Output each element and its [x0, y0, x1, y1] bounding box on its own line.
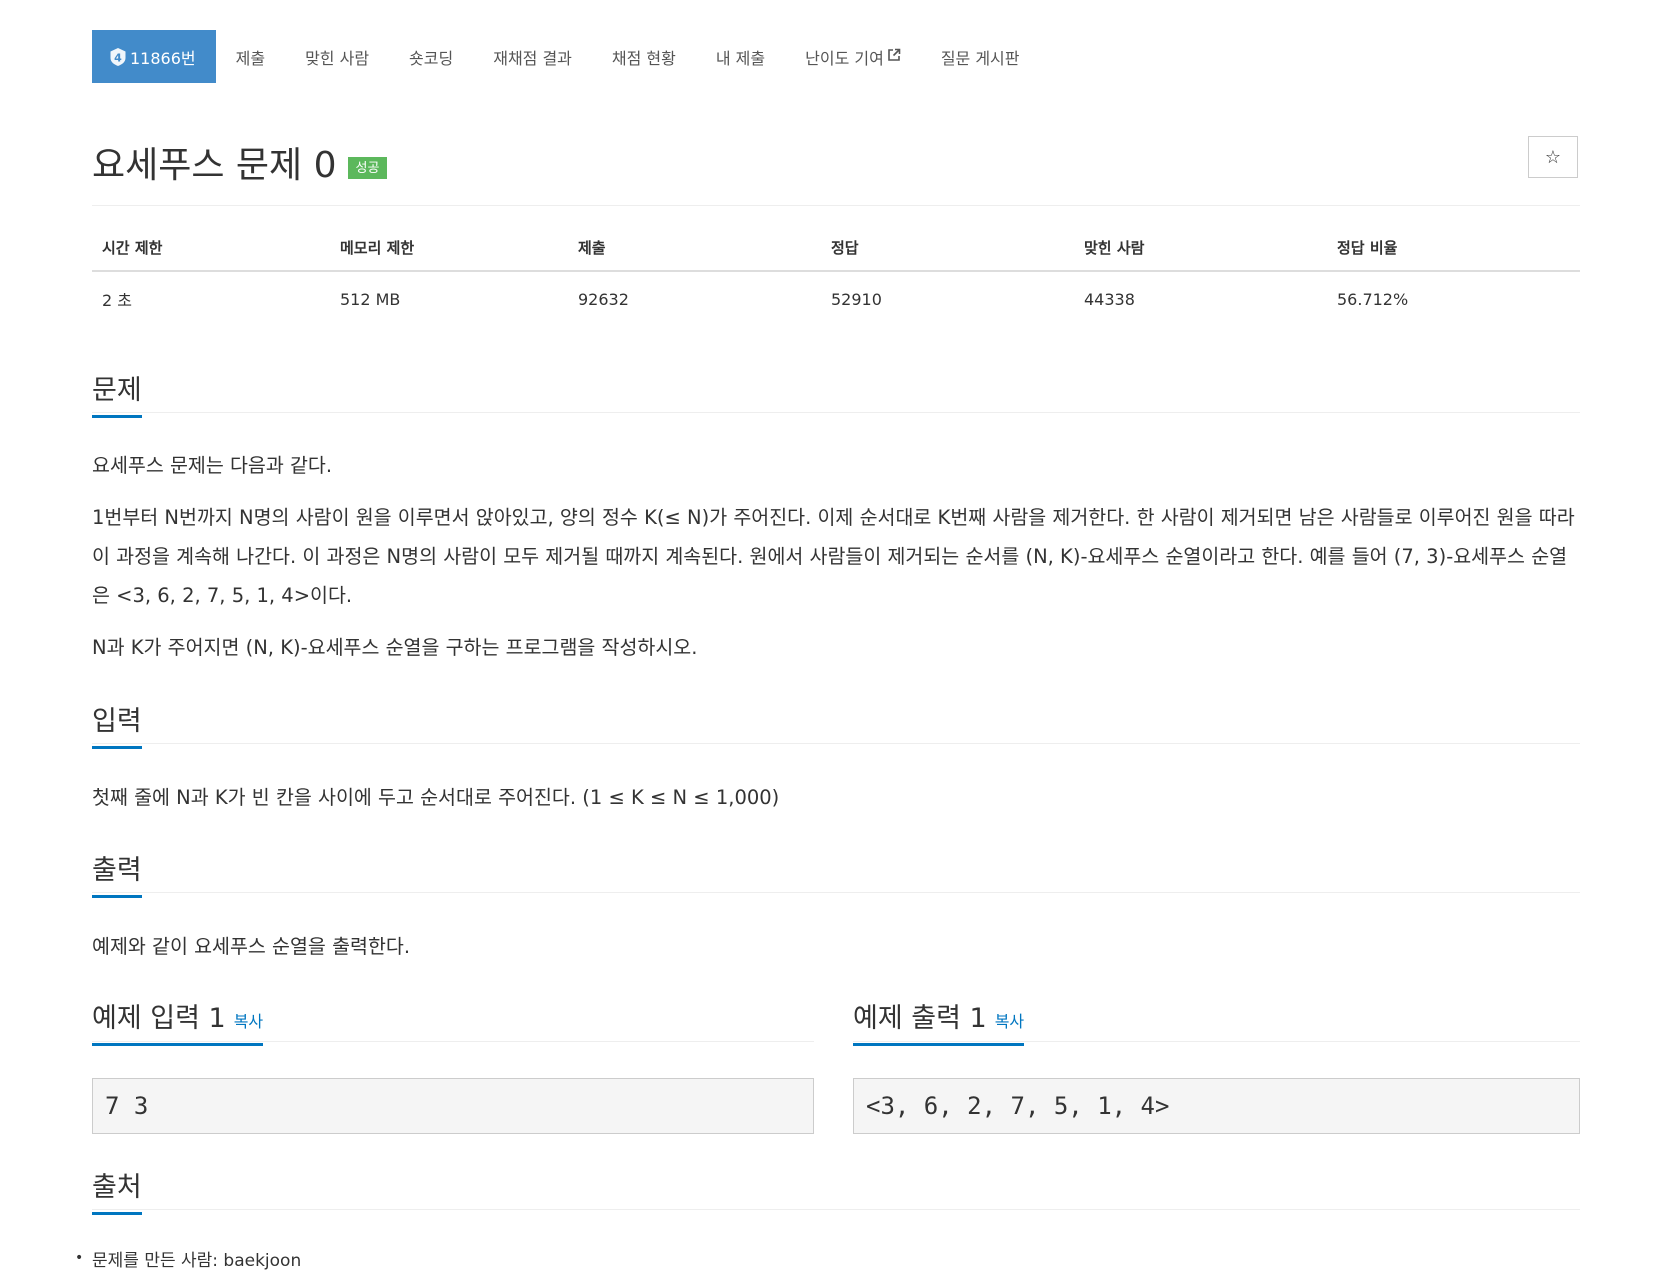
tab-problem-number[interactable]: 4 11866번: [92, 30, 216, 83]
stats-accept-rate: 56.712%: [1337, 289, 1409, 309]
tab-short-coding[interactable]: 숏코딩: [389, 30, 473, 83]
stats-header-accept-rate: 정답 비율: [1327, 236, 1580, 272]
problem-description-task: N과 K가 주어지면 (N, K)-요세푸스 순열을 구하는 프로그램을 작성하…: [92, 636, 698, 659]
stats-solved-users: 44338: [1084, 289, 1135, 309]
stats-memory-limit: 512 MB: [340, 289, 401, 309]
stats-header-accepted: 정답: [821, 236, 1074, 272]
problem-description-intro: 요세푸스 문제는 다음과 같다.: [92, 454, 333, 477]
section-heading-source: 출처: [92, 1165, 142, 1215]
stats-header-memory-limit: 메모리 제한: [330, 236, 568, 272]
tab-submit[interactable]: 제출: [216, 30, 285, 83]
copy-sample-output-link[interactable]: 복사: [995, 1012, 1024, 1031]
stats-value-row: 2 초 512 MB 92632 52910 44338 56.712%: [92, 271, 1580, 314]
source-list: 문제를 만든 사람: baekjoon: [75, 1246, 301, 1271]
section-divider: [92, 1209, 1580, 1210]
page-title: 요세푸스 문제 0: [92, 145, 337, 186]
stats-header-solved-users: 맞힌 사람: [1074, 236, 1327, 272]
tab-judge-status[interactable]: 채점 현황: [592, 30, 696, 83]
problem-number-label: 11866번: [130, 48, 196, 68]
stats-header-time-limit: 시간 제한: [92, 236, 330, 272]
section-divider: [92, 892, 1580, 893]
sample-output-box[interactable]: <3, 6, 2, 7, 5, 1, 4>: [853, 1078, 1580, 1134]
svg-text:4: 4: [114, 51, 122, 64]
problem-stats-table: 시간 제한 메모리 제한 제출 정답 맞힌 사람 정답 비율 2 초 512 M…: [92, 236, 1580, 314]
external-link-icon: [887, 47, 901, 66]
output-description: 예제와 같이 요세푸스 순열을 출력한다.: [92, 935, 411, 958]
tab-difficulty-contribution[interactable]: 난이도 기여: [785, 30, 921, 83]
section-divider: [92, 1041, 814, 1042]
section-heading-sample-output: 예제 출력 1 복사: [853, 996, 1025, 1046]
section-divider: [853, 1041, 1580, 1042]
stats-time-limit: 2 초: [102, 291, 132, 310]
section-divider: [92, 412, 1580, 413]
problem-page: 4 11866번 제출 맞힌 사람 숏코딩 재채점 결과 채점 현황 내 제출 …: [0, 0, 1664, 1286]
stats-header-row: 시간 제한 메모리 제한 제출 정답 맞힌 사람 정답 비율: [92, 236, 1580, 272]
stats-accepted: 52910: [831, 289, 882, 309]
tab-solved-users[interactable]: 맞힌 사람: [285, 30, 389, 83]
problem-nav-tabs: 4 11866번 제출 맞힌 사람 숏코딩 재채점 결과 채점 현황 내 제출 …: [92, 30, 1040, 83]
section-divider: [92, 743, 1580, 744]
star-icon: ☆: [1544, 146, 1562, 168]
status-badge: 성공: [347, 157, 388, 179]
sample-input-box[interactable]: 7 3: [92, 1078, 814, 1134]
stats-header-submissions: 제출: [568, 236, 821, 272]
tier-badge-icon: 4: [110, 47, 126, 66]
stats-submissions: 92632: [578, 289, 629, 309]
favorite-star-button[interactable]: ☆: [1528, 136, 1578, 178]
section-heading-problem: 문제: [92, 368, 142, 418]
section-heading-sample-input: 예제 입력 1 복사: [92, 996, 264, 1046]
tab-my-submissions[interactable]: 내 제출: [696, 30, 785, 83]
page-title-row: 요세푸스 문제 0 성공: [92, 132, 388, 192]
section-heading-output: 출력: [92, 848, 142, 898]
difficulty-contribution-label: 난이도 기여: [805, 48, 884, 68]
copy-sample-input-link[interactable]: 복사: [234, 1012, 263, 1031]
source-author: 문제를 만든 사람: baekjoon: [75, 1246, 301, 1271]
problem-description-body: 1번부터 N번까지 N명의 사람이 원을 이루면서 앉아있고, 양의 정수 K(…: [92, 506, 1575, 607]
input-description: 첫째 줄에 N과 K가 빈 칸을 사이에 두고 순서대로 주어진다. (1 ≤ …: [92, 786, 780, 809]
tab-rejudge-results[interactable]: 재채점 결과: [473, 30, 592, 83]
section-heading-input: 입력: [92, 699, 142, 749]
tab-question-board[interactable]: 질문 게시판: [921, 30, 1040, 83]
title-divider: [92, 205, 1580, 206]
